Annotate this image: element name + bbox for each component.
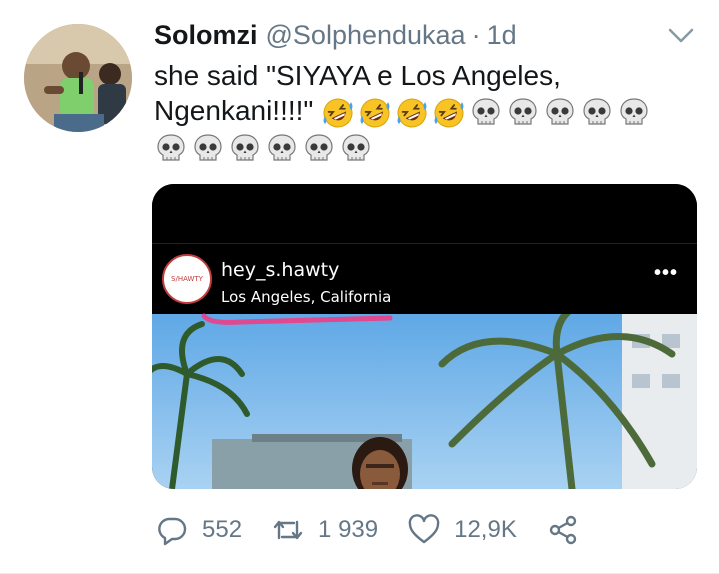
avatar[interactable] bbox=[24, 24, 132, 132]
instagram-avatar-text: S/HAWTY bbox=[171, 275, 203, 283]
retweet-icon bbox=[273, 520, 303, 540]
instagram-avatar: S/HAWTY bbox=[162, 254, 212, 304]
user-handle[interactable]: @Solphendukaa bbox=[266, 20, 466, 51]
skull-emoji bbox=[268, 134, 296, 161]
share-button[interactable] bbox=[547, 514, 579, 546]
reply-icon bbox=[158, 517, 187, 546]
reply-button[interactable]: 552 bbox=[156, 514, 242, 546]
reply-count: 552 bbox=[202, 516, 243, 543]
tweet-text: she said "SIYAYA e Los Angeles, Ngenkani… bbox=[154, 58, 694, 166]
avatar-photo bbox=[24, 24, 132, 132]
emoji-line-1 bbox=[321, 96, 651, 130]
timestamp[interactable]: 1d bbox=[487, 20, 517, 51]
like-count: 12,9K bbox=[454, 516, 517, 543]
instagram-photo bbox=[152, 314, 697, 489]
skull-emoji bbox=[472, 98, 500, 125]
skull-emoji bbox=[546, 98, 574, 125]
more-options-icon: ••• bbox=[654, 262, 679, 284]
media-top-bar bbox=[152, 184, 697, 244]
skull-emoji bbox=[231, 134, 259, 161]
skull-emoji bbox=[509, 98, 537, 125]
pink-underline-annotation bbox=[200, 312, 395, 326]
rolling-on-floor-laughing-emoji bbox=[360, 98, 390, 128]
retweet-button[interactable]: 1 939 bbox=[272, 514, 378, 546]
instagram-location: Los Angeles, California bbox=[221, 288, 392, 306]
separator: · bbox=[471, 20, 481, 50]
tweet-actions: 552 1 939 12,9K bbox=[156, 510, 609, 550]
skull-emoji bbox=[342, 134, 370, 161]
tweet[interactable]: Solomzi @Solphendukaa · 1d she said "SIY… bbox=[0, 0, 719, 574]
instagram-post-header: S/HAWTY hey_s.hawty Los Angeles, Califor… bbox=[152, 244, 697, 314]
tweet-header: Solomzi @Solphendukaa · 1d bbox=[154, 20, 517, 54]
display-name[interactable]: Solomzi bbox=[154, 20, 258, 51]
rolling-on-floor-laughing-emoji bbox=[397, 98, 427, 128]
skull-emoji bbox=[194, 134, 222, 161]
skull-emoji bbox=[305, 134, 333, 161]
instagram-username: hey_s.hawty bbox=[221, 259, 340, 281]
media-image[interactable]: S/HAWTY hey_s.hawty Los Angeles, Califor… bbox=[152, 184, 697, 489]
skull-emoji bbox=[583, 98, 611, 125]
skull-emoji bbox=[620, 98, 648, 125]
rolling-on-floor-laughing-emoji bbox=[434, 98, 464, 128]
share-icon bbox=[549, 515, 577, 545]
emoji-line-2 bbox=[154, 132, 373, 166]
skull-emoji bbox=[157, 134, 185, 161]
chevron-down-icon[interactable] bbox=[664, 22, 698, 50]
heart-icon bbox=[408, 514, 440, 544]
like-button[interactable]: 12,9K bbox=[408, 514, 517, 546]
rolling-on-floor-laughing-emoji bbox=[323, 98, 353, 128]
retweet-count: 1 939 bbox=[318, 516, 379, 543]
